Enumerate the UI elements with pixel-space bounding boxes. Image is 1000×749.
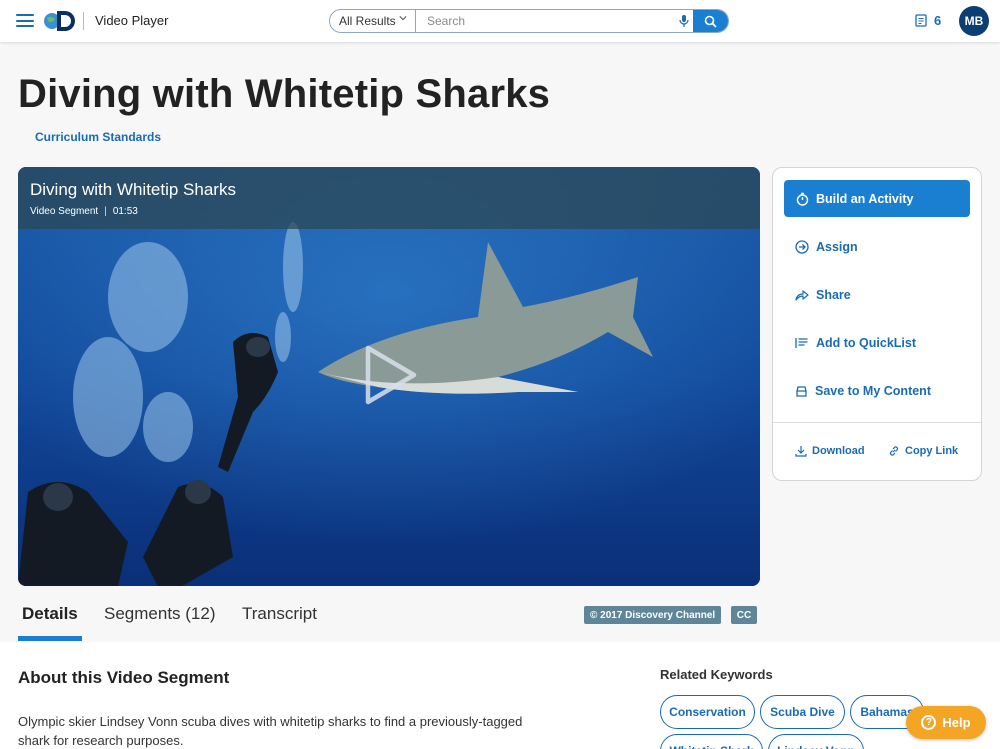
share-arrow-icon bbox=[795, 290, 809, 301]
keyword-chip[interactable]: Lindsey Vonn bbox=[768, 734, 864, 749]
curriculum-standards-link[interactable]: Curriculum Standards bbox=[35, 130, 161, 144]
save-to-my-content-button[interactable]: Save to My Content bbox=[795, 384, 931, 398]
assign-button[interactable]: Assign bbox=[795, 240, 858, 254]
assign-label: Assign bbox=[816, 240, 858, 254]
play-icon[interactable] bbox=[362, 343, 420, 407]
actions-panel: Build an Activity Assign Share Add to Qu… bbox=[772, 167, 982, 481]
page-title: Diving with Whitetip Sharks bbox=[18, 72, 551, 116]
top-bar: Video Player All Results 6 MB bbox=[0, 0, 1000, 42]
help-question-icon: ? bbox=[921, 715, 937, 730]
closed-captions-badge[interactable]: CC bbox=[731, 606, 757, 624]
panel-divider bbox=[773, 422, 981, 423]
keyword-chip[interactable]: Whitetip Shark bbox=[660, 734, 763, 749]
about-section-title: About this Video Segment bbox=[18, 668, 230, 687]
download-icon bbox=[795, 446, 807, 457]
quicklist-count: 6 bbox=[934, 13, 942, 28]
search-scope-label: All Results bbox=[339, 14, 396, 28]
header-divider bbox=[83, 12, 84, 30]
video-player[interactable]: Diving with Whitetip Sharks Video Segmen… bbox=[18, 167, 760, 586]
tab-details[interactable]: Details bbox=[22, 604, 78, 624]
keyword-chip[interactable]: Scuba Dive bbox=[760, 695, 845, 729]
video-duration: 01:53 bbox=[112, 206, 138, 217]
keyword-chip[interactable]: Conservation bbox=[660, 695, 755, 729]
quicklist-icon bbox=[915, 14, 927, 27]
search-scope-select[interactable]: All Results bbox=[330, 10, 416, 32]
copy-link-button[interactable]: Copy Link bbox=[888, 445, 958, 457]
download-label: Download bbox=[812, 445, 865, 457]
copyright-badge: © 2017 Discovery Channel bbox=[584, 606, 722, 624]
video-type: Video Segment bbox=[30, 206, 99, 217]
microphone-icon[interactable] bbox=[678, 14, 690, 28]
arrow-circle-icon bbox=[795, 240, 809, 254]
help-button[interactable]: ? Help bbox=[906, 706, 986, 739]
add-to-quicklist-button[interactable]: Add to QuickList bbox=[795, 336, 916, 350]
discovery-logo[interactable] bbox=[42, 8, 78, 32]
app-title: Video Player bbox=[95, 13, 169, 28]
video-meta: Video Segment | 01:53 bbox=[30, 206, 138, 217]
build-activity-label: Build an Activity bbox=[816, 191, 914, 206]
save-to-my-content-label: Save to My Content bbox=[815, 384, 931, 398]
active-tab-indicator bbox=[18, 636, 82, 641]
menu-icon[interactable] bbox=[16, 14, 34, 27]
search-icon bbox=[704, 15, 717, 28]
share-label: Share bbox=[816, 288, 851, 302]
segment-description: Olympic skier Lindsey Vonn scuba dives w… bbox=[18, 714, 523, 748]
search-button[interactable] bbox=[693, 10, 728, 32]
list-add-icon bbox=[795, 338, 808, 348]
add-to-quicklist-label: Add to QuickList bbox=[816, 336, 916, 350]
folder-icon bbox=[796, 386, 807, 397]
help-label: Help bbox=[942, 715, 971, 730]
meta-separator: | bbox=[104, 206, 107, 217]
download-button[interactable]: Download bbox=[795, 445, 865, 457]
search-input[interactable] bbox=[417, 10, 677, 32]
share-button[interactable]: Share bbox=[795, 288, 851, 302]
quicklist-button[interactable]: 6 bbox=[915, 13, 941, 28]
stopwatch-icon bbox=[796, 192, 809, 206]
video-title: Diving with Whitetip Sharks bbox=[30, 180, 236, 199]
related-keywords-title: Related Keywords bbox=[660, 667, 773, 682]
copy-link-label: Copy Link bbox=[905, 445, 959, 457]
link-icon bbox=[889, 446, 899, 456]
avatar[interactable]: MB bbox=[959, 6, 989, 36]
tab-transcript[interactable]: Transcript bbox=[242, 604, 317, 624]
chevron-down-icon bbox=[399, 16, 407, 21]
search-bar: All Results bbox=[329, 9, 729, 33]
tab-segments[interactable]: Segments (12) bbox=[104, 604, 216, 624]
build-activity-button[interactable]: Build an Activity bbox=[784, 180, 970, 217]
